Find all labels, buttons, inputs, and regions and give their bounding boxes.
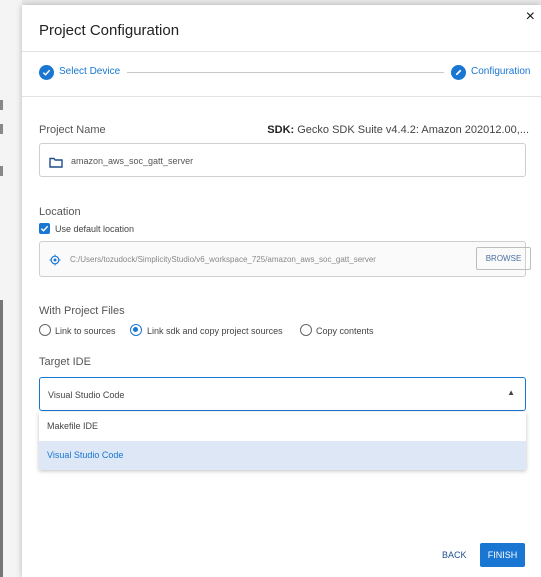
pencil-icon [451,65,466,80]
back-button[interactable]: BACK [442,550,467,560]
radio-copy-contents-label: Copy contents [316,326,374,336]
folder-icon [49,155,63,173]
radio-link-sdk-copy-label: Link sdk and copy project sources [147,326,283,336]
project-name-field[interactable]: amazon_aws_soc_gatt_server [39,143,526,177]
location-path-value: C:/Users/tozudock/SimplicityStudio/v6_wo… [70,255,376,264]
background-mark [0,124,3,134]
menu-item-makefile-ide[interactable]: Makefile IDE [39,412,526,441]
radio-link-to-sources-label: Link to sources [55,326,116,336]
project-configuration-dialog: Project Configuration × Select Device Co… [22,5,541,577]
target-ide-selected-value: Visual Studio Code [48,390,125,400]
radio-copy-contents[interactable] [300,324,312,336]
radio-link-to-sources[interactable] [39,324,51,336]
step-configuration[interactable]: Configuration [471,66,530,77]
check-icon [39,65,54,80]
step-select-device[interactable]: Select Device [59,66,120,77]
use-default-location-label: Use default location [55,224,135,234]
target-ide-menu: Makefile IDE Visual Studio Code [39,412,526,470]
background-mark [0,166,3,176]
target-ide-select[interactable]: Visual Studio Code ▲ [39,377,526,411]
project-name-value: amazon_aws_soc_gatt_server [71,156,194,166]
dialog-title: Project Configuration [39,22,180,39]
stepper-divider [22,96,541,97]
header-divider [22,51,541,52]
location-path-field[interactable]: C:/Users/tozudock/SimplicityStudio/v6_wo… [39,241,526,277]
sdk-info: SDK: Gecko SDK Suite v4.4.2: Amazon 2020… [267,124,529,136]
caret-up-icon: ▲ [507,388,515,397]
radio-link-sdk-copy[interactable] [130,324,142,336]
sdk-value: Gecko SDK Suite v4.4.2: Amazon 202012.00… [294,124,529,136]
use-default-location-checkbox[interactable] [39,223,50,234]
target-ide-label: Target IDE [39,356,91,368]
finish-button[interactable]: FINISH [480,543,525,567]
browse-button[interactable]: BROWSE [476,247,531,270]
close-icon[interactable]: × [526,7,535,27]
location-target-icon [49,253,61,271]
stepper: Select Device Configuration [22,57,541,89]
dialog-header: Project Configuration × [22,5,541,51]
location-label: Location [39,206,81,218]
project-files-label: With Project Files [39,305,125,317]
background-mark [0,300,3,577]
background-window-edge [0,0,22,577]
menu-item-visual-studio-code[interactable]: Visual Studio Code [39,441,526,470]
project-name-label: Project Name [39,124,106,136]
background-mark [0,100,3,110]
step-connector [127,72,444,73]
sdk-label: SDK: [267,124,295,136]
